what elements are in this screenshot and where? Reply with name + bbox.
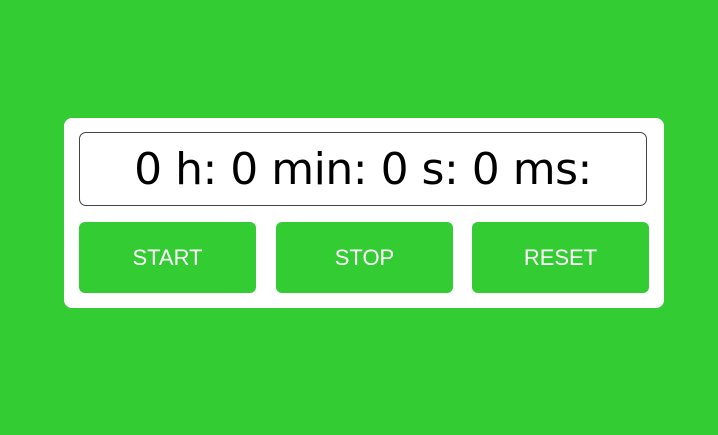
reset-button[interactable]: RESET [472,222,649,293]
stopwatch-card: 0 h: 0 min: 0 s: 0 ms: START STOP RESET [64,118,664,308]
time-display: 0 h: 0 min: 0 s: 0 ms: [79,132,647,206]
start-button[interactable]: START [79,222,256,293]
stop-button[interactable]: STOP [276,222,453,293]
